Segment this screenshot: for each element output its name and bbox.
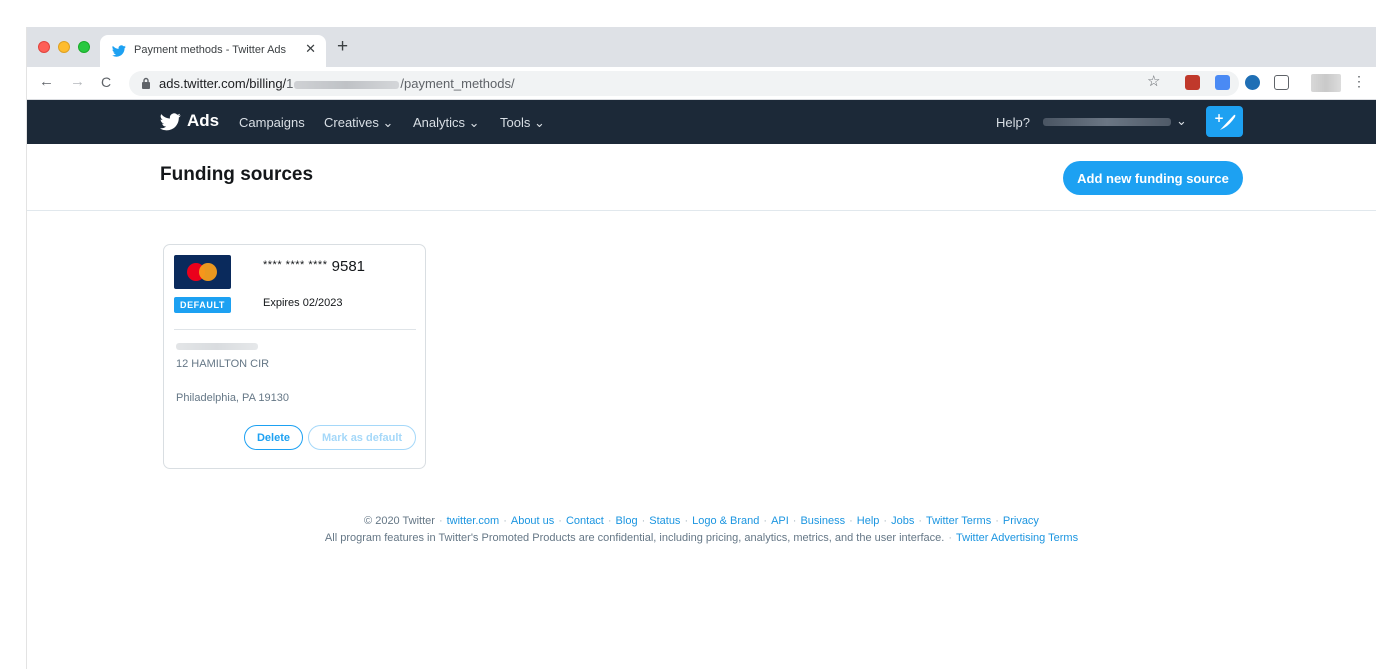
screenshot-camera-icon[interactable] bbox=[1274, 75, 1289, 90]
nav-tools[interactable]: Tools ⌄ bbox=[500, 115, 545, 131]
close-window-button[interactable] bbox=[38, 41, 50, 53]
url-host: ads.twitter.com/billing/ bbox=[159, 76, 287, 91]
footer-link-twitter-terms[interactable]: Twitter Terms bbox=[926, 515, 991, 527]
tab-strip: Payment methods - Twitter Ads ✕ + bbox=[27, 27, 1376, 67]
card-number: **** **** **** 9581 bbox=[263, 258, 365, 275]
extension-translate-icon[interactable] bbox=[1215, 75, 1230, 90]
nav-creatives[interactable]: Creatives ⌄ bbox=[324, 115, 393, 131]
billing-address-line1: 12 HAMILTON CIR bbox=[176, 358, 270, 370]
nav-analytics[interactable]: Analytics ⌄ bbox=[413, 115, 480, 131]
ads-navbar: Ads Campaigns Creatives ⌄ Analytics ⌄ To… bbox=[27, 100, 1376, 144]
footer-copyright: © 2020 Twitter bbox=[364, 515, 435, 527]
forward-arrow-icon[interactable]: → bbox=[70, 74, 85, 90]
profile-avatar[interactable] bbox=[1311, 74, 1341, 92]
footer-link-about[interactable]: About us bbox=[511, 515, 554, 527]
twitter-bird-icon bbox=[112, 45, 126, 57]
footer-links: © 2020 Twitter · twitter.com · About us · Cont… bbox=[364, 515, 1039, 527]
card-expiry: Expires 02/2023 bbox=[263, 297, 343, 309]
card-masked-digits: **** **** **** bbox=[263, 259, 328, 271]
footer-link-contact[interactable]: Contact bbox=[566, 515, 604, 527]
funding-source-card: DEFAULT **** **** **** 9581 Expires 02/2… bbox=[163, 244, 426, 469]
compose-feather-icon: + bbox=[1214, 111, 1236, 130]
footer-link-business[interactable]: Business bbox=[800, 515, 845, 527]
ads-brand-label[interactable]: Ads bbox=[187, 111, 219, 131]
footer-link-ad-terms[interactable]: Twitter Advertising Terms bbox=[956, 532, 1078, 544]
maximize-window-button[interactable] bbox=[78, 41, 90, 53]
footer-link-privacy[interactable]: Privacy bbox=[1003, 515, 1039, 527]
footer-link-status[interactable]: Status bbox=[649, 515, 680, 527]
lock-icon bbox=[142, 77, 150, 89]
tab-close-icon[interactable]: ✕ bbox=[305, 41, 316, 57]
add-funding-source-button[interactable]: Add new funding source bbox=[1063, 161, 1243, 195]
footer-link-jobs[interactable]: Jobs bbox=[891, 515, 914, 527]
browser-tab-active[interactable]: Payment methods - Twitter Ads ✕ bbox=[100, 35, 326, 67]
mark-as-default-button[interactable]: Mark as default bbox=[308, 425, 416, 450]
mastercard-logo bbox=[174, 255, 231, 289]
delete-button[interactable]: Delete bbox=[244, 425, 303, 450]
tab-title: Payment methods - Twitter Ads bbox=[134, 44, 287, 56]
browser-window: Payment methods - Twitter Ads ✕ + ← → C … bbox=[26, 27, 1376, 669]
browser-toolbar: ← → C ads.twitter.com/billing/1/payment_… bbox=[27, 67, 1376, 100]
footer-link-blog[interactable]: Blog bbox=[616, 515, 638, 527]
card-divider bbox=[174, 329, 416, 330]
new-tab-button[interactable]: + bbox=[337, 37, 348, 56]
default-badge: DEFAULT bbox=[174, 297, 231, 313]
redacted-account-id bbox=[294, 80, 400, 89]
browser-menu-icon[interactable]: ⋮ bbox=[1352, 73, 1366, 90]
address-bar[interactable]: ads.twitter.com/billing/1/payment_method… bbox=[129, 71, 1239, 96]
billing-address-line2: Philadelphia, PA 19130 bbox=[176, 392, 289, 404]
svg-text:+: + bbox=[1214, 111, 1224, 125]
footer-link-help[interactable]: Help bbox=[857, 515, 880, 527]
back-arrow-icon[interactable]: ← bbox=[39, 74, 54, 90]
url-prefix-char: 1 bbox=[286, 76, 294, 91]
url-path: /payment_methods/ bbox=[400, 76, 515, 91]
url-text: ads.twitter.com/billing/1/payment_method… bbox=[159, 76, 515, 91]
footer-disclaimer-text: All program features in Twitter's Promot… bbox=[324, 532, 945, 544]
footer-link-twitter-com[interactable]: twitter.com bbox=[447, 515, 500, 527]
bookmark-star-icon[interactable]: ☆ bbox=[1147, 72, 1160, 90]
compose-button[interactable]: + bbox=[1206, 106, 1243, 137]
card-last4: 9581 bbox=[331, 258, 366, 275]
nav-campaigns[interactable]: Campaigns bbox=[239, 115, 305, 130]
footer-link-api[interactable]: API bbox=[771, 515, 789, 527]
minimize-window-button[interactable] bbox=[58, 41, 70, 53]
page-header: Funding sources Add new funding source bbox=[27, 144, 1376, 211]
twitter-logo-icon[interactable] bbox=[160, 113, 181, 131]
page-title: Funding sources bbox=[160, 164, 314, 185]
mastercard-yellow-circle bbox=[199, 263, 217, 281]
redacted-cardholder-name bbox=[176, 343, 258, 350]
account-selector[interactable] bbox=[1043, 118, 1171, 126]
extension-circle-icon[interactable] bbox=[1245, 75, 1260, 90]
footer-link-logo-brand[interactable]: Logo & Brand bbox=[692, 515, 759, 527]
chevron-down-icon[interactable]: ⌄ bbox=[1176, 113, 1187, 129]
footer-disclaimer: All program features in Twitter's Promot… bbox=[324, 532, 1079, 544]
extension-shield-icon[interactable] bbox=[1185, 75, 1200, 90]
reload-icon[interactable]: C bbox=[101, 74, 111, 90]
help-link[interactable]: Help? bbox=[996, 115, 1030, 130]
